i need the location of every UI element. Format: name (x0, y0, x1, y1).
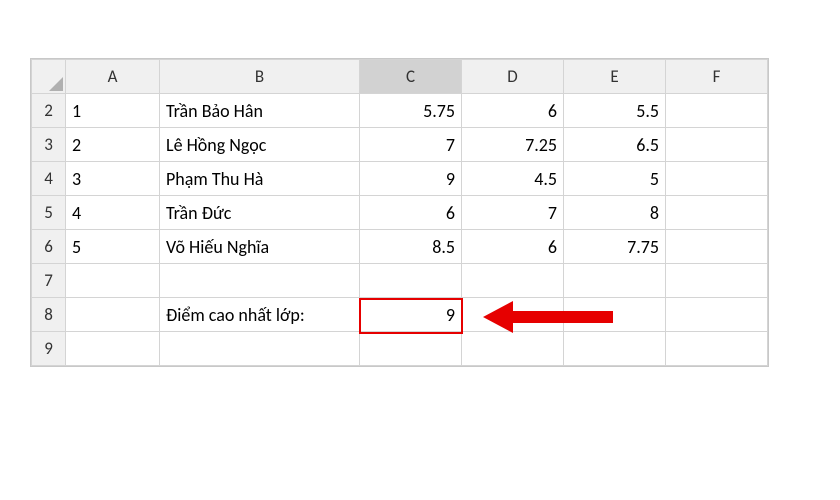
cell-F8[interactable] (666, 298, 768, 332)
row-header[interactable]: 8 (32, 298, 66, 332)
cell-A4[interactable]: 3 (66, 162, 160, 196)
cell-A5[interactable]: 4 (66, 196, 160, 230)
row-header[interactable]: 2 (32, 94, 66, 128)
cell-B9[interactable] (160, 332, 360, 366)
cell-E9[interactable] (564, 332, 666, 366)
cell-A9[interactable] (66, 332, 160, 366)
cell-A2[interactable]: 1 (66, 94, 160, 128)
col-header-E[interactable]: E (564, 60, 666, 94)
row-header[interactable]: 3 (32, 128, 66, 162)
cell-E6[interactable]: 7.75 (564, 230, 666, 264)
cell-B7[interactable] (160, 264, 360, 298)
cell-F3[interactable] (666, 128, 768, 162)
col-header-C[interactable]: C (360, 60, 462, 94)
cell-D7[interactable] (462, 264, 564, 298)
col-header-D[interactable]: D (462, 60, 564, 94)
cell-A3[interactable]: 2 (66, 128, 160, 162)
cell-B2[interactable]: Trần Bảo Hân (160, 94, 360, 128)
cell-D6[interactable]: 6 (462, 230, 564, 264)
cell-C7[interactable] (360, 264, 462, 298)
cell-F6[interactable] (666, 230, 768, 264)
cell-A6[interactable]: 5 (66, 230, 160, 264)
cell-C2[interactable]: 5.75 (360, 94, 462, 128)
cell-B3[interactable]: Lê Hồng Ngọc (160, 128, 360, 162)
cell-A7[interactable] (66, 264, 160, 298)
cell-C6[interactable]: 8.5 (360, 230, 462, 264)
cell-C8[interactable]: 9 (360, 298, 462, 332)
cell-B5[interactable]: Trần Đức (160, 196, 360, 230)
col-header-A[interactable]: A (66, 60, 160, 94)
cell-B4[interactable]: Phạm Thu Hà (160, 162, 360, 196)
cell-B8[interactable]: Điểm cao nhất lớp: (160, 298, 360, 332)
col-header-B[interactable]: B (160, 60, 360, 94)
cell-E4[interactable]: 5 (564, 162, 666, 196)
row-header[interactable]: 6 (32, 230, 66, 264)
cell-A8[interactable] (66, 298, 160, 332)
cell-B6[interactable]: Võ Hiếu Nghĩa (160, 230, 360, 264)
cell-D3[interactable]: 7.25 (462, 128, 564, 162)
col-header-F[interactable]: F (666, 60, 768, 94)
cell-D5[interactable]: 7 (462, 196, 564, 230)
cell-F7[interactable] (666, 264, 768, 298)
row-header[interactable]: 4 (32, 162, 66, 196)
row-header[interactable]: 9 (32, 332, 66, 366)
row-header[interactable]: 5 (32, 196, 66, 230)
select-all-corner[interactable] (32, 60, 66, 94)
cell-E2[interactable]: 5.5 (564, 94, 666, 128)
cell-F4[interactable] (666, 162, 768, 196)
cell-E8[interactable] (564, 298, 666, 332)
cell-C9[interactable] (360, 332, 462, 366)
cell-E7[interactable] (564, 264, 666, 298)
cell-F2[interactable] (666, 94, 768, 128)
cell-F5[interactable] (666, 196, 768, 230)
cell-D8[interactable] (462, 298, 564, 332)
cell-D9[interactable] (462, 332, 564, 366)
cell-E3[interactable]: 6.5 (564, 128, 666, 162)
row-header[interactable]: 7 (32, 264, 66, 298)
cell-D4[interactable]: 4.5 (462, 162, 564, 196)
cell-E5[interactable]: 8 (564, 196, 666, 230)
cell-C4[interactable]: 9 (360, 162, 462, 196)
cell-C5[interactable]: 6 (360, 196, 462, 230)
cell-F9[interactable] (666, 332, 768, 366)
cell-D2[interactable]: 6 (462, 94, 564, 128)
cell-C3[interactable]: 7 (360, 128, 462, 162)
spreadsheet-grid[interactable]: A B C D E F 2 1 Trần Bảo Hân 5.75 6 5.5 … (30, 58, 769, 367)
